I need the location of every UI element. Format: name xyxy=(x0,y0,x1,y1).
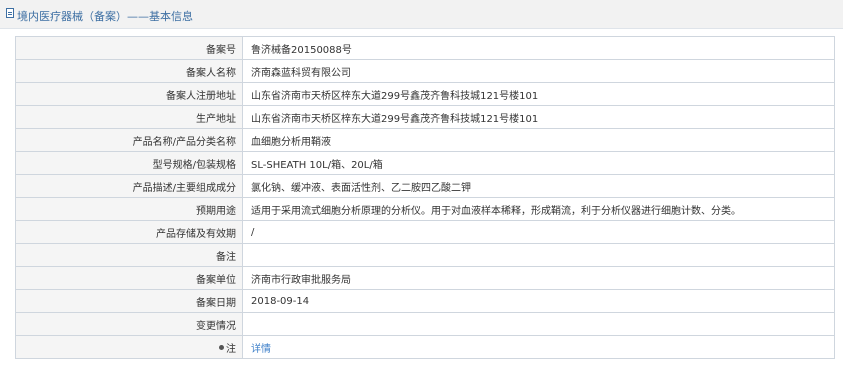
table-row: 注 详情 xyxy=(15,335,835,359)
row-label: 备案人注册地址 xyxy=(15,82,243,106)
row-value xyxy=(242,312,835,336)
row-label: 备案人名称 xyxy=(15,59,243,83)
note-label: 注 xyxy=(226,343,236,355)
row-value xyxy=(242,243,835,267)
table-row: 产品描述/主要组成成分 氯化钠、缓冲液、表面活性剂、乙二胺四乙酸二钾 xyxy=(15,174,835,198)
table-row: 变更情况 xyxy=(15,312,835,336)
row-label: 备案日期 xyxy=(15,289,243,313)
page-header: 境内医疗器械（备案）——基本信息 xyxy=(0,0,843,29)
row-label: 产品描述/主要组成成分 xyxy=(15,174,243,198)
pin-icon xyxy=(219,345,224,350)
row-label: 变更情况 xyxy=(15,312,243,336)
row-label: 备案号 xyxy=(15,36,243,60)
page-title: 境内医疗器械（备案）——基本信息 xyxy=(17,10,193,23)
row-value: 氯化钠、缓冲液、表面活性剂、乙二胺四乙酸二钾 xyxy=(242,174,835,198)
table-row: 备案人注册地址 山东省济南市天桥区梓东大道299号鑫茂齐鲁科技城121号楼101 xyxy=(15,82,835,106)
row-label: 生产地址 xyxy=(15,105,243,129)
table-row: 备案单位 济南市行政审批服务局 xyxy=(15,266,835,290)
row-value: 血细胞分析用鞘液 xyxy=(242,128,835,152)
table-row: 产品名称/产品分类名称 血细胞分析用鞘液 xyxy=(15,128,835,152)
table-row: 备案号 鲁济械备20150088号 xyxy=(15,36,835,60)
document-icon xyxy=(6,8,14,18)
row-value: 济南市行政审批服务局 xyxy=(242,266,835,290)
table-row: 备案日期 2018-09-14 xyxy=(15,289,835,313)
row-label: 预期用途 xyxy=(15,197,243,221)
row-value: / xyxy=(242,220,835,244)
table-row: 产品存储及有效期 / xyxy=(15,220,835,244)
row-label: 备注 xyxy=(15,243,243,267)
row-value: SL-SHEATH 10L/箱、20L/箱 xyxy=(242,151,835,175)
row-value: 2018-09-14 xyxy=(242,289,835,313)
row-label: 备案单位 xyxy=(15,266,243,290)
row-value: 山东省济南市天桥区梓东大道299号鑫茂齐鲁科技城121号楼101 xyxy=(242,82,835,106)
table-row: 生产地址 山东省济南市天桥区梓东大道299号鑫茂齐鲁科技城121号楼101 xyxy=(15,105,835,129)
table-row: 预期用途 适用于采用流式细胞分析原理的分析仪。用于对血液样本稀释，形成鞘流，利于… xyxy=(15,197,835,221)
details-link[interactable]: 详情 xyxy=(251,344,271,355)
row-label: 型号规格/包装规格 xyxy=(15,151,243,175)
row-value: 适用于采用流式细胞分析原理的分析仪。用于对血液样本稀释，形成鞘流，利于分析仪器进… xyxy=(242,197,835,221)
row-value: 山东省济南市天桥区梓东大道299号鑫茂齐鲁科技城121号楼101 xyxy=(242,105,835,129)
table-row: 备案人名称 济南森蓝科贸有限公司 xyxy=(15,59,835,83)
table-row: 型号规格/包装规格 SL-SHEATH 10L/箱、20L/箱 xyxy=(15,151,835,175)
note-label-cell: 注 xyxy=(15,335,243,359)
basic-info-table: 备案号 鲁济械备20150088号 备案人名称 济南森蓝科贸有限公司 备案人注册… xyxy=(15,36,835,359)
row-label: 产品名称/产品分类名称 xyxy=(15,128,243,152)
row-label: 产品存储及有效期 xyxy=(15,220,243,244)
table-row: 备注 xyxy=(15,243,835,267)
note-value-cell: 详情 xyxy=(242,335,835,359)
row-value: 鲁济械备20150088号 xyxy=(242,36,835,60)
row-value: 济南森蓝科贸有限公司 xyxy=(242,59,835,83)
